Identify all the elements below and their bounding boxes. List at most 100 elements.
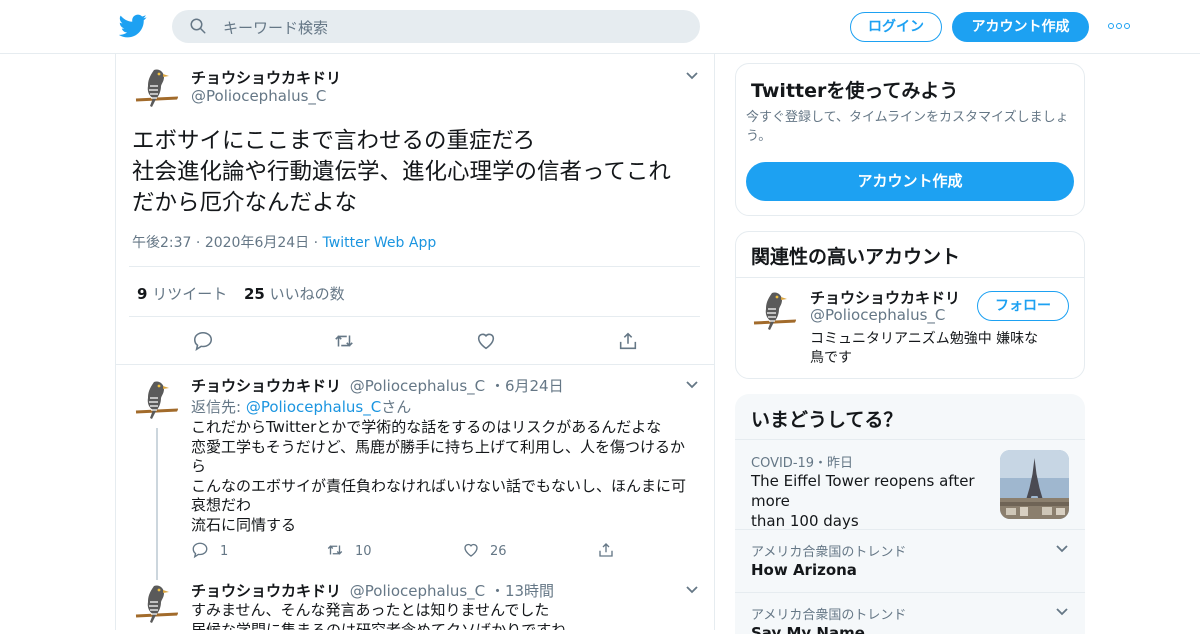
trend-image bbox=[1000, 450, 1069, 519]
reply-text-line: これだからTwitterとかで学術的な話をするのはリスクがあるんだよな bbox=[191, 418, 662, 436]
more-icon[interactable] bbox=[1108, 20, 1130, 32]
related-bio-line: コミュニタリアニズム勉強中 嫌味な bbox=[810, 331, 1039, 347]
like-icon[interactable] bbox=[462, 541, 480, 559]
reply-text-line: すみません、そんな発言あったとは知りませんでした bbox=[191, 601, 550, 619]
like-count: 26 bbox=[490, 544, 507, 559]
tweet-date[interactable]: 2020年6月24日 bbox=[205, 235, 309, 251]
avatar-bird bbox=[135, 381, 179, 419]
signup-card-button[interactable]: アカウント作成 bbox=[746, 162, 1074, 201]
chevron-down-icon[interactable] bbox=[685, 585, 699, 595]
reply-text-line: 流石に同情する bbox=[191, 515, 297, 534]
reply-text: すみません、そんな発言あったとは知りませんでした 居候な学問に集まるのは研究者含… bbox=[191, 601, 696, 630]
reply-to-prefix: 返信先: bbox=[191, 398, 246, 416]
eiffel-tower-image[interactable] bbox=[1000, 450, 1069, 519]
chevron-down-icon[interactable] bbox=[1055, 607, 1069, 617]
tweet-text-line: だから厄介なんだよな bbox=[132, 190, 358, 216]
like-label: いいねの数 bbox=[269, 285, 345, 303]
signup-button[interactable]: アカウント作成 bbox=[952, 12, 1089, 42]
retweet-icon[interactable] bbox=[326, 541, 344, 559]
reply-author-handle[interactable]: @Poliocephalus_C bbox=[350, 582, 485, 600]
reply-icon[interactable] bbox=[191, 541, 209, 559]
reply-text-line: ら bbox=[191, 457, 207, 475]
avatar[interactable] bbox=[132, 376, 180, 424]
retweet-count: 9 bbox=[137, 285, 148, 303]
timeline-column: チョウショウカキドリ @Poliocephalus_C エボサイにここまで言わせ… bbox=[115, 54, 715, 630]
reply-text-line: 居候な学問に集まるのは研究者含めてクソばかりですね bbox=[191, 620, 567, 631]
trends-card: いまどうしてる？ COVID-19・昨日 The Eiffel Tower re… bbox=[735, 394, 1085, 634]
follow-button[interactable]: フォロー bbox=[977, 291, 1069, 321]
retweet-label: リツイート bbox=[152, 285, 228, 303]
reply-icon[interactable] bbox=[192, 330, 214, 352]
chevron-down-icon[interactable] bbox=[685, 71, 699, 81]
trend-item[interactable]: アメリカ合衆国のトレンド How Arizona bbox=[735, 529, 1085, 592]
like-icon[interactable] bbox=[475, 330, 497, 352]
reply-author-handle[interactable]: @Poliocephalus_C bbox=[350, 377, 485, 395]
divider bbox=[736, 277, 1084, 278]
reply-header: チョウショウカキドリ @Poliocephalus_C ・13時間 bbox=[191, 580, 554, 601]
trend-item[interactable]: COVID-19・昨日 The Eiffel Tower reopens aft… bbox=[735, 439, 1085, 531]
chevron-down-icon[interactable] bbox=[1055, 544, 1069, 554]
avatar-bird bbox=[135, 585, 179, 623]
trend-title: Say My Name bbox=[751, 624, 865, 634]
like-stat[interactable]: 25 いいねの数 bbox=[244, 283, 345, 304]
reply-to-handle-link[interactable]: @Poliocephalus_C bbox=[246, 398, 381, 416]
tweet-text-line: 社会進化論や行動遺伝学、進化心理学の信者ってこれ bbox=[132, 159, 671, 185]
search-icon bbox=[190, 18, 206, 34]
tweet-author-name[interactable]: チョウショウカキドリ bbox=[191, 67, 341, 88]
separator: ・ bbox=[489, 377, 505, 395]
tweet-time[interactable]: 午後2:37 bbox=[132, 235, 191, 251]
twitter-bird-icon[interactable] bbox=[119, 12, 147, 40]
search-box[interactable]: キーワード検索 bbox=[172, 10, 700, 43]
trend-title-line: The Eiffel Tower reopens after more bbox=[751, 472, 975, 510]
trend-item[interactable]: アメリカ合衆国のトレンド Say My Name bbox=[735, 592, 1085, 634]
thread-line bbox=[156, 428, 158, 580]
reply-to: 返信先: @Poliocephalus_Cさん bbox=[191, 396, 411, 417]
trends-card-title: いまどうしてる？ bbox=[751, 409, 903, 431]
like-count: 25 bbox=[244, 285, 265, 303]
search-input[interactable]: キーワード検索 bbox=[223, 17, 328, 38]
login-button[interactable]: ログイン bbox=[850, 12, 942, 42]
tweet-stats: 9 リツイート 25 いいねの数 bbox=[129, 266, 700, 317]
signup-card-desc-line: 今すぐ登録して、タイムラインをカスタマイズしましょ bbox=[746, 110, 1069, 125]
related-account-name[interactable]: チョウショウカキドリ bbox=[810, 287, 960, 308]
reply-text-line: 恋愛工学もそうだけど、馬鹿が勝手に持ち上げて利用し、人を傷つけるか bbox=[191, 437, 685, 456]
tweet-actions bbox=[116, 317, 714, 365]
reply-time[interactable]: 6月24日 bbox=[505, 377, 564, 395]
avatar[interactable] bbox=[750, 287, 798, 335]
trend-context: COVID-19・昨日 bbox=[751, 456, 854, 471]
tweet-meta: 午後2:37 · 2020年6月24日 · Twitter Web App bbox=[132, 232, 436, 252]
retweet-count: 10 bbox=[355, 544, 372, 559]
reply-author-name[interactable]: チョウショウカキドリ bbox=[191, 377, 341, 395]
share-icon[interactable] bbox=[597, 541, 615, 559]
reply-time[interactable]: 13時間 bbox=[505, 582, 554, 600]
tweet-source-link[interactable]: Twitter Web App bbox=[323, 235, 437, 251]
trend-context: アメリカ合衆国のトレンド bbox=[751, 545, 907, 560]
signup-card: Twitterを使ってみよう 今すぐ登録して、タイムラインをカスタマイズしましょ… bbox=[735, 63, 1085, 216]
share-icon[interactable] bbox=[617, 330, 639, 352]
tweet-text: エボサイにここまで言わせるの重症だろ 社会進化論や行動遺伝学、進化心理学の信者っ… bbox=[132, 126, 702, 219]
trend-context: アメリカ合衆国のトレンド bbox=[751, 608, 907, 623]
related-account-handle[interactable]: @Poliocephalus_C bbox=[810, 306, 945, 324]
signup-card-desc: 今すぐ登録して、タイムラインをカスタマイズしましょ う。 bbox=[746, 108, 1081, 146]
tweet-author-handle[interactable]: @Poliocephalus_C bbox=[191, 87, 326, 105]
top-bar: キーワード検索 ログイン アカウント作成 bbox=[0, 0, 1200, 54]
trend-title: The Eiffel Tower reopens after more than… bbox=[751, 471, 996, 531]
reply-text: これだからTwitterとかで学術的な話をするのはリスクがあるんだよな 恋愛工学… bbox=[191, 418, 696, 535]
retweet-stat[interactable]: 9 リツイート bbox=[137, 283, 227, 304]
avatar-bird bbox=[753, 292, 797, 330]
trend-title: How Arizona bbox=[751, 561, 857, 579]
avatar[interactable] bbox=[132, 580, 180, 628]
reply-text-line: 哀想だわ bbox=[191, 496, 252, 514]
tweet-text-line: エボサイにここまで言わせるの重症だろ bbox=[132, 128, 536, 154]
signup-card-desc-line: う。 bbox=[746, 129, 772, 144]
signup-card-title: Twitterを使ってみよう bbox=[751, 80, 959, 102]
reply-author-name[interactable]: チョウショウカキドリ bbox=[191, 582, 341, 600]
reply-header: チョウショウカキドリ @Poliocephalus_C ・6月24日 bbox=[191, 375, 564, 396]
avatar[interactable] bbox=[132, 64, 180, 112]
related-bio-line: 鳥です bbox=[810, 350, 852, 366]
reply-to-suffix: さん bbox=[381, 398, 412, 416]
trend-title-line: than 100 days bbox=[751, 512, 859, 530]
chevron-down-icon[interactable] bbox=[685, 380, 699, 390]
separator: ・ bbox=[489, 582, 505, 600]
retweet-icon[interactable] bbox=[333, 330, 355, 352]
